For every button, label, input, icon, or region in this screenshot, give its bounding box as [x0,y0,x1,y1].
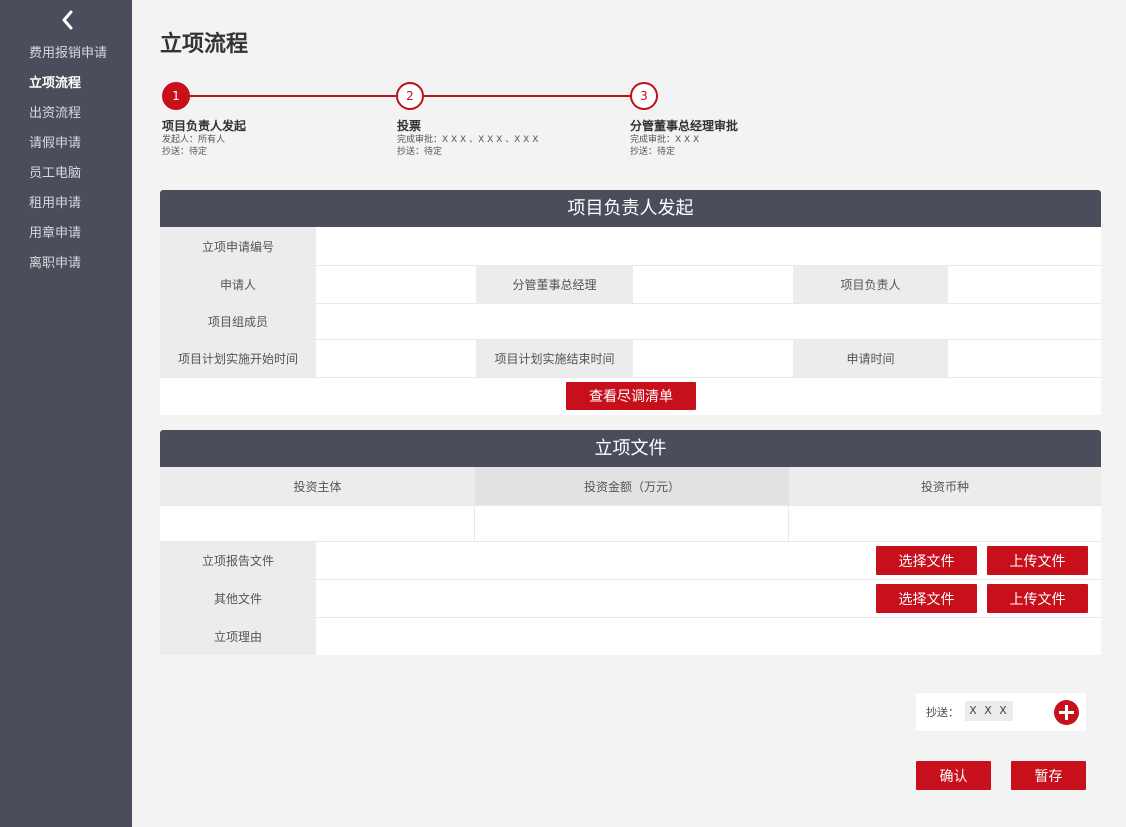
other-upload-file-button[interactable]: 上传文件 [987,584,1088,613]
applicant-row: 申请人 分管董事总经理 项目负责人 [160,265,1101,303]
step-1-initiator: 发起人：所有人 [162,135,226,145]
initiation-section: 项目负责人发起 立项申请编号 申请人 分管董事总经理 项目负责人 项目组成员 项… [160,190,1101,415]
investment-amount-field[interactable] [475,506,789,541]
gm-field[interactable] [633,266,793,303]
step-2-text: 投票 完成审批：X X X 、X X X 、X X X 抄送：待定 [397,118,617,158]
investment-entity-header: 投资主体 [160,467,475,505]
step-2-approvers: 完成审批：X X X 、X X X 、X X X [397,135,539,145]
other-file-label: 其他文件 [160,580,316,617]
check-due-diligence-button[interactable]: 查看尽调清单 [566,382,696,410]
cc-label: 抄送： [926,706,959,719]
cc-box: 抄送： X X X [916,693,1086,731]
step-3-approvers: 完成审批：X X X [630,135,700,145]
project-lead-field[interactable] [948,266,1101,303]
sidebar-item-project-approval[interactable]: 立项流程 [0,74,132,104]
files-section: 立项文件 投资主体 投资金额（万元） 投资币种 立项报告文件 选择文件 上传文件… [160,430,1101,655]
apply-time-label: 申请时间 [793,340,948,377]
apply-time-field[interactable] [948,340,1101,377]
page-title: 立项流程 [160,32,249,57]
gm-label: 分管董事总经理 [476,266,633,303]
process-steps: 1 2 3 项目负责人发起 发起人：所有人 抄送：待定 投票 完成审批：X X … [160,82,800,168]
step-connector [424,95,630,97]
sidebar: 费用报销申请 立项流程 出资流程 请假申请 员工电脑 租用申请 用章申请 离职申… [0,0,132,827]
step-1-circle: 1 [162,82,190,110]
apply-no-field[interactable] [316,227,1101,265]
other-file-row: 其他文件 选择文件 上传文件 [160,579,1101,617]
sidebar-item-seal[interactable]: 用章申请 [0,224,132,254]
sidebar-item-resignation[interactable]: 离职申请 [0,254,132,284]
step-3-cc: 抄送：待定 [630,147,676,157]
applicant-label: 申请人 [160,266,316,303]
step-2-circle: 2 [396,82,424,110]
sidebar-nav: 费用报销申请 立项流程 出资流程 请假申请 员工电脑 租用申请 用章申请 离职申… [0,44,132,284]
step-3-name: 分管董事总经理审批 [630,119,739,133]
sidebar-item-computer[interactable]: 员工电脑 [0,164,132,194]
schedule-row: 项目计划实施开始时间 项目计划实施结束时间 申请时间 [160,339,1101,377]
step-3-circle: 3 [630,82,658,110]
step-1-text: 项目负责人发起 发起人：所有人 抄送：待定 [162,118,382,158]
files-section-title: 立项文件 [160,430,1101,467]
report-choose-file-button[interactable]: 选择文件 [876,546,977,575]
end-time-label: 项目计划实施结束时间 [476,340,633,377]
step-3-text: 分管董事总经理审批 完成审批：X X X 抄送：待定 [630,118,850,158]
other-file-field [316,580,1101,617]
sidebar-item-expense[interactable]: 费用报销申请 [0,44,132,74]
investment-amount-header: 投资金额（万元） [475,467,789,505]
initiation-section-title: 项目负责人发起 [160,190,1101,227]
members-field[interactable] [316,304,1101,339]
back-chevron-icon[interactable] [58,8,78,32]
report-file-field [316,542,1101,579]
start-time-field[interactable] [316,340,476,377]
cc-recipient[interactable]: X X X [965,701,1013,721]
check-row: 查看尽调清单 [160,377,1101,415]
applicant-field[interactable] [316,266,476,303]
start-time-label: 项目计划实施开始时间 [160,340,316,377]
investment-header-row: 投资主体 投资金额（万元） 投资币种 [160,467,1101,505]
step-1-name: 项目负责人发起 [162,119,247,133]
step-1-cc: 抄送：待定 [162,147,208,157]
save-draft-button[interactable]: 暂存 [1011,761,1086,790]
sidebar-item-leave[interactable]: 请假申请 [0,134,132,164]
investment-currency-header: 投资币种 [789,467,1101,505]
reason-row: 立项理由 [160,617,1101,655]
investment-currency-field[interactable] [789,506,1101,541]
project-lead-label: 项目负责人 [793,266,948,303]
step-2-name: 投票 [397,119,422,133]
report-upload-file-button[interactable]: 上传文件 [987,546,1088,575]
reason-label: 立项理由 [160,618,316,655]
sidebar-item-investment[interactable]: 出资流程 [0,104,132,134]
sidebar-item-rental[interactable]: 租用申请 [0,194,132,224]
members-label: 项目组成员 [160,304,316,339]
report-file-row: 立项报告文件 选择文件 上传文件 [160,541,1101,579]
reason-field[interactable] [316,618,1101,655]
report-file-label: 立项报告文件 [160,542,316,579]
end-time-field[interactable] [633,340,793,377]
apply-no-label: 立项申请编号 [160,227,316,265]
investment-entity-field[interactable] [160,506,475,541]
confirm-button[interactable]: 确认 [916,761,991,790]
investment-input-row [160,505,1101,541]
step-connector [188,95,396,97]
step-2-cc: 抄送：待定 [397,147,443,157]
members-row: 项目组成员 [160,303,1101,339]
other-choose-file-button[interactable]: 选择文件 [876,584,977,613]
apply-no-row: 立项申请编号 [160,227,1101,265]
add-cc-icon[interactable] [1054,700,1079,725]
